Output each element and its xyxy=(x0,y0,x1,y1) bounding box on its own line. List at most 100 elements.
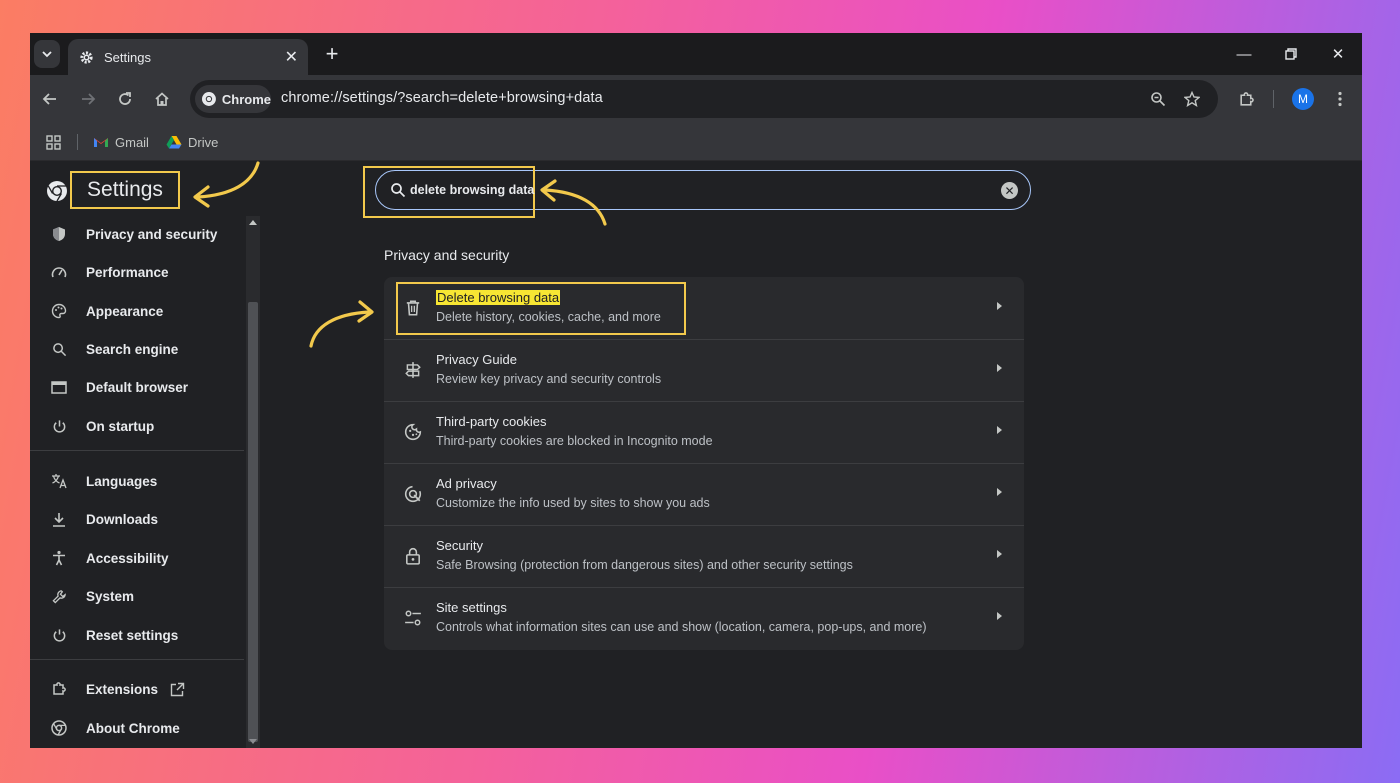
bookmark-drive[interactable]: Drive xyxy=(166,132,218,152)
chevron-right-icon xyxy=(997,426,1002,434)
external-link-icon xyxy=(170,682,185,697)
settings-search-box: ✕ xyxy=(363,166,1031,218)
power-icon xyxy=(50,417,68,435)
translate-icon xyxy=(50,472,68,490)
scrollbar-thumb[interactable] xyxy=(248,302,258,742)
clear-search-icon[interactable]: ✕ xyxy=(1001,182,1018,199)
search-icon xyxy=(391,183,406,198)
shield-icon xyxy=(50,225,68,243)
row-description: Customize the info used by sites to show… xyxy=(436,496,710,510)
ad-privacy-icon xyxy=(404,485,422,503)
row-description: Safe Browsing (protection from dangerous… xyxy=(436,558,853,572)
row-description: Review key privacy and security controls xyxy=(436,372,662,386)
row-title: Privacy Guide xyxy=(436,352,517,367)
sidebar-item-privacy[interactable]: Privacy and security xyxy=(30,216,244,252)
arrow-left-icon xyxy=(42,93,56,105)
row-description: Third-party cookies are blocked in Incog… xyxy=(436,434,713,448)
sidebar-scrollbar[interactable] xyxy=(246,216,260,748)
scroll-up-arrow[interactable] xyxy=(249,220,257,225)
sidebar-item-downloads[interactable]: Downloads xyxy=(30,501,244,537)
row-delete-browsing-data[interactable]: Delete browsing data Delete history, coo… xyxy=(384,277,1024,339)
section-heading: Privacy and security xyxy=(384,247,510,263)
bookmark-gmail[interactable]: Gmail xyxy=(93,132,149,152)
row-privacy-guide[interactable]: Privacy Guide Review key privacy and sec… xyxy=(384,339,1024,401)
row-description: Controls what information sites can use … xyxy=(436,620,927,634)
cookie-icon xyxy=(404,423,422,441)
sidebar-item-search-engine[interactable]: Search engine xyxy=(30,331,244,367)
apps-grid-icon xyxy=(46,134,61,150)
row-title: Delete browsing data xyxy=(436,290,561,305)
sidebar-divider xyxy=(30,450,244,451)
toolbar-separator xyxy=(1273,90,1274,108)
forward-button[interactable] xyxy=(76,87,100,111)
browser-window-icon xyxy=(50,378,68,396)
settings-page: Settings Privacy and security Performanc… xyxy=(30,161,1362,748)
search-icon xyxy=(50,340,68,358)
sidebar-item-about-chrome[interactable]: About Chrome xyxy=(30,710,244,746)
scroll-down-arrow[interactable] xyxy=(249,739,257,744)
browser-window: Settings ✕ + — ✕ Chrome chrome://setting xyxy=(30,33,1362,748)
row-title: Site settings xyxy=(436,600,507,615)
page-title: Settings xyxy=(70,171,180,209)
kebab-menu-icon xyxy=(1338,91,1342,107)
bookmarks-bar: Gmail Drive xyxy=(30,123,1362,161)
apps-button[interactable] xyxy=(46,132,67,152)
zoom-icon[interactable] xyxy=(1148,89,1168,109)
row-title: Third-party cookies xyxy=(436,414,547,429)
reset-icon xyxy=(50,626,68,644)
annotation-arrow-icon xyxy=(309,300,374,348)
row-site-settings[interactable]: Site settings Controls what information … xyxy=(384,587,1024,649)
profile-avatar[interactable]: M xyxy=(1292,88,1314,110)
wrench-icon xyxy=(50,587,68,605)
address-bar[interactable]: Chrome chrome://settings/?search=delete+… xyxy=(190,80,1218,118)
restore-button[interactable] xyxy=(1271,41,1311,67)
chrome-icon xyxy=(201,92,216,106)
back-button[interactable] xyxy=(38,87,62,111)
sidebar-item-appearance[interactable]: Appearance xyxy=(30,293,244,329)
row-third-party-cookies[interactable]: Third-party cookies Third-party cookies … xyxy=(384,401,1024,463)
home-icon xyxy=(155,92,169,106)
arrow-right-icon xyxy=(82,93,96,105)
privacy-settings-card: Delete browsing data Delete history, coo… xyxy=(384,277,1024,650)
tab-settings[interactable]: Settings ✕ xyxy=(68,39,308,75)
chevron-down-icon xyxy=(42,51,52,58)
row-ad-privacy[interactable]: Ad privacy Customize the info used by si… xyxy=(384,463,1024,525)
chrome-logo-icon xyxy=(47,181,67,202)
extensions-button[interactable] xyxy=(1234,87,1258,111)
sidebar-item-languages[interactable]: Languages xyxy=(30,463,244,499)
row-title: Security xyxy=(436,538,483,553)
minimize-button[interactable]: — xyxy=(1224,41,1264,67)
close-window-button[interactable]: ✕ xyxy=(1318,41,1358,67)
row-description: Delete history, cookies, cache, and more xyxy=(436,310,661,324)
sidebar-item-extensions[interactable]: Extensions xyxy=(30,671,244,707)
close-tab-icon[interactable]: ✕ xyxy=(285,47,298,67)
url-text[interactable]: chrome://settings/?search=delete+browsin… xyxy=(281,90,603,106)
site-info-chip[interactable]: Chrome xyxy=(195,85,271,113)
download-icon xyxy=(50,510,68,528)
home-button[interactable] xyxy=(150,87,174,111)
new-tab-button[interactable]: + xyxy=(320,41,344,67)
chip-label: Chrome xyxy=(221,91,271,107)
chevron-right-icon xyxy=(997,302,1002,310)
gear-icon xyxy=(78,49,94,65)
sidebar-item-performance[interactable]: Performance xyxy=(30,254,244,290)
sidebar-item-reset[interactable]: Reset settings xyxy=(30,617,244,653)
signpost-icon xyxy=(405,362,421,378)
sidebar-item-system[interactable]: System xyxy=(30,578,244,614)
puzzle-icon xyxy=(1239,91,1254,106)
row-security[interactable]: Security Safe Browsing (protection from … xyxy=(384,525,1024,587)
sidebar-item-on-startup[interactable]: On startup xyxy=(30,408,244,444)
restore-icon xyxy=(1285,48,1297,60)
annotation-arrow-icon xyxy=(193,161,260,208)
sidebar-item-default-browser[interactable]: Default browser xyxy=(30,369,244,405)
lock-icon xyxy=(406,547,420,565)
reload-button[interactable] xyxy=(113,87,137,111)
bookmark-star-icon[interactable] xyxy=(1182,89,1202,109)
sliders-icon xyxy=(405,610,421,626)
menu-button[interactable] xyxy=(1328,87,1352,111)
sidebar-item-accessibility[interactable]: Accessibility xyxy=(30,540,244,576)
tab-search-button[interactable] xyxy=(34,40,60,68)
search-input[interactable] xyxy=(410,180,970,200)
chevron-right-icon xyxy=(997,550,1002,558)
trash-icon xyxy=(406,300,420,316)
